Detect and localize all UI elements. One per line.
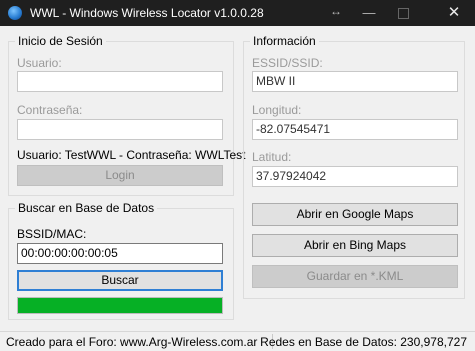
status-credit: Creado para el Foro: www.Arg-Wireless.co… [6, 335, 258, 349]
status-bar: Creado para el Foro: www.Arg-Wireless.co… [0, 331, 475, 351]
close-button[interactable]: ✕ [437, 0, 471, 26]
login-hint: Usuario: TestWWL - Contraseña: WWLTest [17, 148, 246, 162]
password-input[interactable] [17, 119, 223, 140]
essid-field[interactable]: MBW II [252, 71, 458, 92]
search-progress-fill [18, 298, 222, 313]
globe-icon [8, 6, 22, 20]
window-title: WWL - Windows Wireless Locator v1.0.0.28 [30, 6, 264, 20]
bssid-input[interactable]: 00:00:00:00:00:05 [17, 243, 223, 264]
minimize-button[interactable]: — [352, 0, 386, 26]
title-bar[interactable]: WWL - Windows Wireless Locator v1.0.0.28… [0, 0, 475, 26]
password-label: Contraseña: [17, 103, 83, 117]
info-group: Información ESSID/SSID: MBW II Longitud:… [243, 34, 465, 299]
search-group-title: Buscar en Base de Datos [15, 201, 158, 215]
search-progress-bar [17, 297, 223, 314]
close-icon: ✕ [447, 4, 461, 21]
latitude-label: Latitud: [252, 150, 292, 164]
search-button[interactable]: Buscar [17, 270, 223, 291]
maximize-icon [397, 8, 409, 20]
bssid-label: BSSID/MAC: [17, 227, 87, 241]
user-input[interactable] [17, 71, 223, 92]
status-network-count: Redes en Base de Datos: 230,978,727 [260, 335, 467, 349]
maximize-button[interactable] [386, 0, 420, 26]
google-maps-button[interactable]: Abrir en Google Maps [252, 203, 458, 226]
login-group-title: Inicio de Sesión [15, 34, 106, 48]
latitude-field[interactable]: 37.97924042 [252, 166, 458, 187]
info-group-title: Información [250, 34, 319, 48]
bing-maps-button[interactable]: Abrir en Bing Maps [252, 234, 458, 257]
save-kml-button[interactable]: Guardar en *.KML [252, 265, 458, 288]
search-group: Buscar en Base de Datos BSSID/MAC: 00:00… [8, 201, 234, 320]
window-client-area: Inicio de Sesión Usuario: Contraseña: Us… [0, 26, 475, 331]
user-label: Usuario: [17, 56, 62, 70]
longitude-label: Longitud: [252, 103, 302, 117]
essid-label: ESSID/SSID: [252, 56, 323, 70]
longitude-field[interactable]: -82.07545471 [252, 119, 458, 140]
login-button[interactable]: Login [17, 165, 223, 186]
login-group: Inicio de Sesión Usuario: Contraseña: Us… [8, 34, 246, 196]
resize-icon: ↔ [330, 4, 342, 18]
minimize-icon: — [362, 5, 376, 20]
